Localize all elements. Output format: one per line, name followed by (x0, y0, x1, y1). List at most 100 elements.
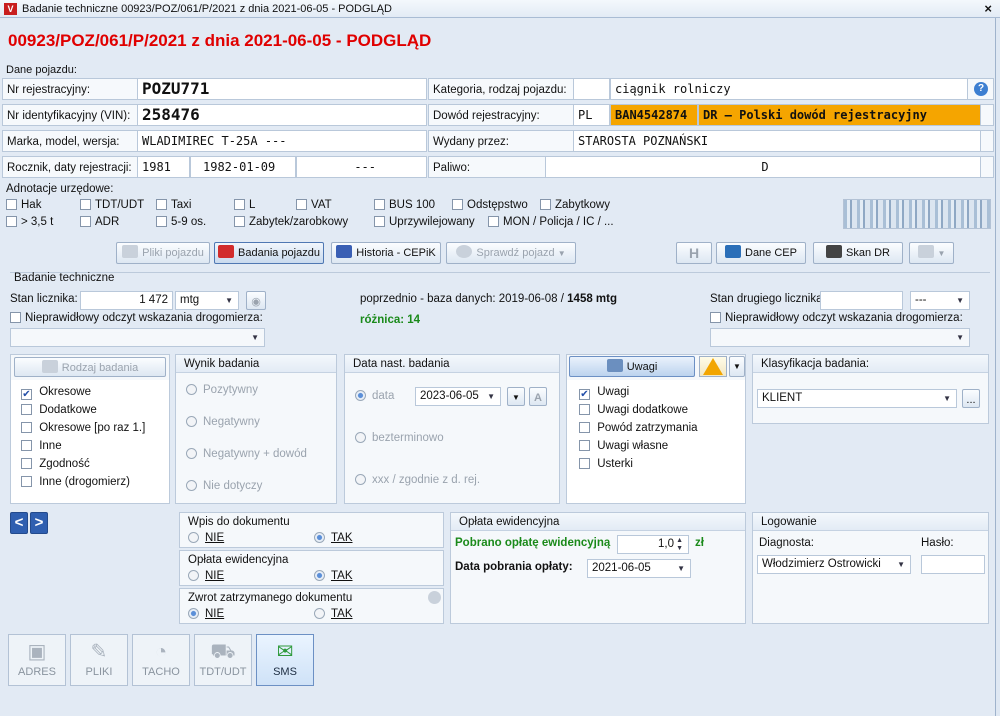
annotation-5-9-os[interactable]: 5-9 os. (156, 213, 206, 231)
classification-select[interactable]: KLIENT ▼ (757, 389, 957, 408)
print-button[interactable]: ▼ (909, 242, 954, 264)
test-type-inne[interactable]: Inne (21, 437, 62, 455)
fee-amount-input[interactable]: 1,0 ▲ ▼ (617, 535, 689, 554)
car-icon (218, 245, 235, 258)
result-positive-radio[interactable]: Pozytywny (186, 381, 258, 399)
annotation-l[interactable]: L (234, 196, 255, 214)
invalid-odometer-2-select[interactable]: ▼ (710, 328, 970, 347)
category-code-field[interactable] (573, 78, 610, 100)
fuel-label: Paliwo: (433, 162, 471, 174)
issued-by-field[interactable]: STAROSTA POZNAŃSKI (573, 130, 981, 152)
return-tak-radio[interactable]: TAK (314, 605, 353, 623)
auto-date-button[interactable]: A (529, 387, 547, 406)
diagnostician-select[interactable]: Włodzimierz Ostrowicki ▼ (757, 555, 911, 574)
annotation-odstepstwo[interactable]: Odstępstwo (452, 196, 528, 214)
test-type-zgodnosc[interactable]: Zgodność (21, 455, 90, 473)
history-cepik-button[interactable]: Historia - CEPiK (331, 242, 441, 264)
test-type-button[interactable]: Rodzaj badania (14, 357, 166, 377)
help-icon[interactable]: ? (974, 82, 988, 96)
reg-date-1-field[interactable]: 1982-01-09 (190, 156, 296, 178)
document-type-field[interactable]: DR – Polski dowód rejestracyjny (698, 104, 981, 126)
test-type-okresowe-first[interactable]: Okresowe [po raz 1.] (21, 419, 145, 437)
invalid-odometer-checkbox[interactable]: Nieprawidłowy odczyt wskazania drogomier… (10, 309, 263, 327)
annotation-tdt-udt[interactable]: TDT/UDT (80, 196, 144, 214)
h-button[interactable]: H (676, 242, 712, 264)
annotation-over-35t[interactable]: > 3,5 t (6, 213, 53, 231)
odometer-unit-select[interactable]: mtg ▼ (175, 291, 239, 310)
annotation-adr[interactable]: ADR (80, 213, 119, 231)
document-scan-thumbnail[interactable] (843, 199, 991, 229)
next-test-per-doc-radio[interactable]: xxx / zgodnie z d. rej. (355, 471, 480, 489)
result-negative-radio[interactable]: Negatywny (186, 413, 260, 431)
vehicle-files-button[interactable]: Pliki pojazdu (116, 242, 210, 264)
fuel-field[interactable]: D (545, 156, 981, 178)
make-field[interactable]: WLADIMIREC T-25A --- (137, 130, 427, 152)
result-na-radio[interactable]: Nie dotyczy (186, 477, 262, 495)
test-type-okresowe[interactable]: Okresowe (21, 383, 91, 401)
remark-uwagi[interactable]: Uwagi (579, 383, 629, 401)
document-country-field[interactable]: PL (573, 104, 610, 126)
reg-date-2-field[interactable]: --- (296, 156, 427, 178)
warning-icon[interactable] (699, 356, 727, 377)
scan-dr-button[interactable]: Skan DR (813, 242, 903, 264)
tacho-button[interactable]: ◔ TACHO (132, 634, 190, 686)
remark-uwagi-dodatkowe[interactable]: Uwagi dodatkowe (579, 401, 688, 419)
entry-nie-radio[interactable]: NIE (188, 529, 224, 547)
document-number-field[interactable]: BAN4542874 (610, 104, 698, 126)
vin-field[interactable]: 258476 (137, 104, 427, 126)
page-title: 00923/POZ/061/P/2021 z dnia 2021-06-05 -… (8, 31, 432, 50)
next-test-date-radio[interactable]: data (355, 387, 394, 405)
return-nie-radio[interactable]: NIE (188, 605, 224, 623)
year-field[interactable]: 1981 (137, 156, 190, 178)
remarks-dropdown[interactable]: ▼ (729, 356, 745, 377)
annotation-zabytkowy[interactable]: Zabytkowy (540, 196, 610, 214)
fee-nie-radio[interactable]: NIE (188, 567, 224, 585)
next-arrow-icon[interactable]: > (30, 512, 48, 534)
sms-button[interactable]: ✉ SMS (256, 634, 314, 686)
annotation-taxi[interactable]: Taxi (156, 196, 191, 214)
odometer-difference: różnica: 14 (360, 314, 421, 326)
test-type-dodatkowe[interactable]: Dodatkowe (21, 401, 97, 419)
cep-data-button[interactable]: Dane CEP (716, 242, 806, 264)
gauge-icon: ◔ (154, 641, 168, 663)
info-icon[interactable] (428, 591, 441, 604)
password-label: Hasło: (921, 537, 954, 549)
test-type-inne-drogomierz[interactable]: Inne (drogomierz) (21, 473, 130, 491)
remarks-button[interactable]: Uwagi (569, 356, 695, 377)
address-button[interactable]: ▣ ADRES (8, 634, 66, 686)
check-vehicle-button[interactable]: Sprawdź pojazd ▼ (446, 242, 576, 264)
result-negative-doc-radio[interactable]: Negatywny + dowód (186, 445, 307, 463)
annotation-zabytek-zarobkowy[interactable]: Zabytek/zarobkowy (234, 213, 348, 231)
close-icon[interactable]: × (984, 0, 992, 18)
remark-usterki[interactable]: Usterki (579, 455, 633, 473)
password-input[interactable] (921, 555, 985, 574)
invalid-odometer-2-checkbox[interactable]: Nieprawidłowy odczyt wskazania drogomier… (710, 309, 963, 327)
annotation-uprzywilejowany[interactable]: Uprzywilejowany (374, 213, 475, 231)
remark-uwagi-wlasne[interactable]: Uwagi własne (579, 437, 668, 455)
tdt-udt-button[interactable]: ⛟ TDT/UDT (194, 634, 252, 686)
files-button[interactable]: ✎ PLIKI (70, 634, 128, 686)
odometer-scan-icon[interactable]: ◉ (246, 291, 266, 310)
annotation-mon-policja[interactable]: MON / Policja / IC / ... (488, 213, 614, 231)
remark-powod-zatrzymania[interactable]: Powód zatrzymania (579, 419, 698, 437)
second-odometer-input[interactable] (820, 291, 903, 310)
reg-number-field[interactable]: POZU771 (137, 78, 427, 100)
fee-date-label: Data pobrania opłaty: (455, 561, 573, 573)
classification-more-button[interactable]: ... (962, 389, 980, 408)
annotation-hak[interactable]: Hak (6, 196, 41, 214)
next-test-date-select[interactable]: 2023-06-05 ▼ (415, 387, 501, 406)
annotation-bus100[interactable]: BUS 100 (374, 196, 435, 214)
prev-arrow-icon[interactable]: < (10, 512, 28, 534)
next-test-unlimited-radio[interactable]: bezterminowo (355, 429, 444, 447)
second-odometer-unit-select[interactable]: --- ▼ (910, 291, 970, 310)
category-field[interactable]: ciągnik rolniczy (610, 78, 968, 100)
fee-date-select[interactable]: 2021-06-05 ▼ (587, 559, 691, 578)
odometer-input[interactable]: 1 472 (80, 291, 173, 310)
next-test-date-dropdown[interactable]: ▼ (507, 387, 525, 406)
files-icon (122, 245, 139, 258)
entry-tak-radio[interactable]: TAK (314, 529, 353, 547)
annotation-vat[interactable]: VAT (296, 196, 332, 214)
fee-tak-radio[interactable]: TAK (314, 567, 353, 585)
vehicle-tests-button[interactable]: Badania pojazdu (214, 242, 324, 264)
invalid-odometer-select[interactable]: ▼ (10, 328, 265, 347)
